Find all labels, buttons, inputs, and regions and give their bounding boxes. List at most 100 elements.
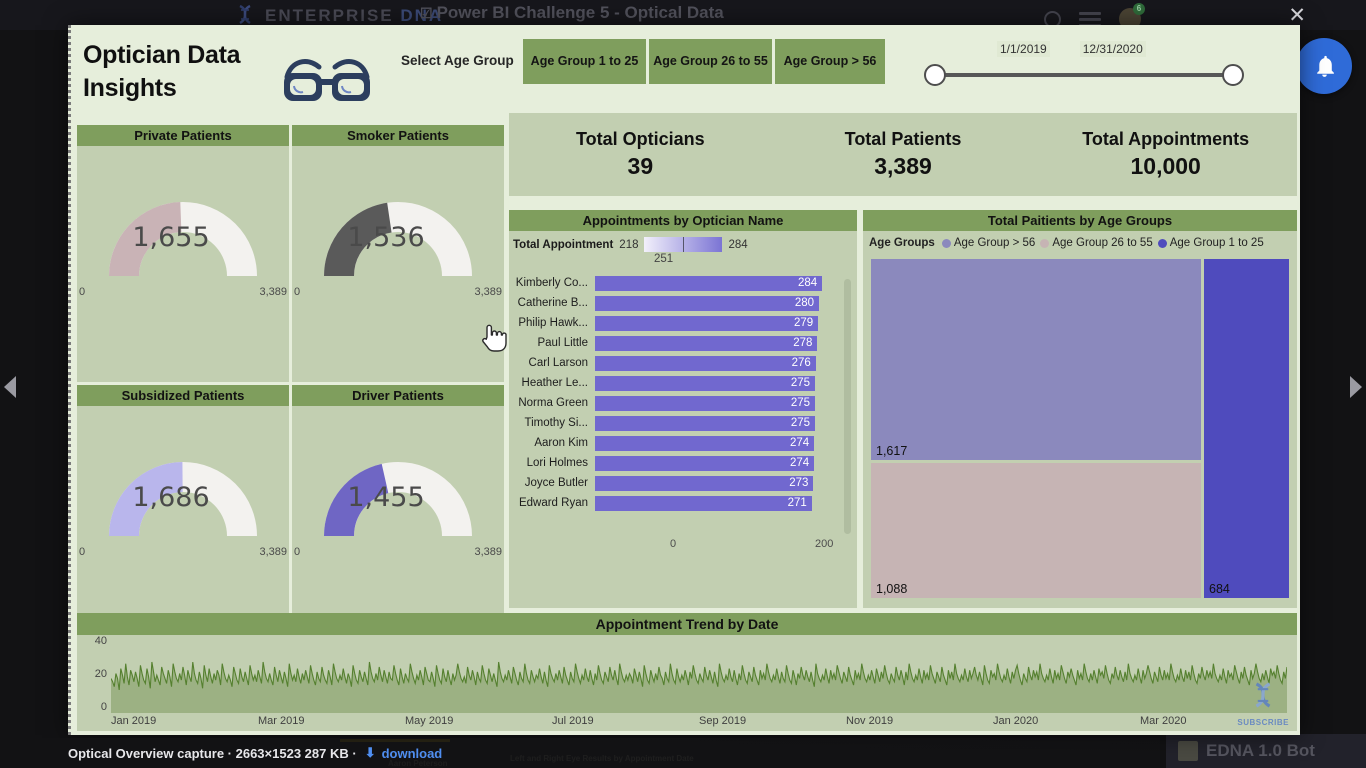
age-group-button-over-56[interactable]: Age Group > 56 bbox=[775, 39, 885, 84]
kpi-label: Total Appointments bbox=[1082, 129, 1250, 149]
report-canvas: Optician Data Insights Select Age Group … bbox=[68, 25, 1300, 735]
legend-gradient bbox=[644, 237, 723, 252]
trend-chart-title: Appointment Trend by Date bbox=[77, 613, 1297, 635]
bar-chart-body: Total Appointment 218 284 251 Kimberly C… bbox=[509, 231, 857, 608]
bar-row[interactable]: Joyce Butler 273 bbox=[509, 473, 857, 493]
gauge-max-label: 3,389 bbox=[259, 286, 287, 298]
legend-item-over-56[interactable]: Age Group > 56 bbox=[941, 237, 1036, 249]
bar-category-label: Heather Le... bbox=[521, 377, 588, 389]
gauge-body: 1,655 0 3,389 bbox=[77, 146, 289, 382]
bar-track: 275 bbox=[595, 395, 835, 411]
bar-row[interactable]: Paul Little 278 bbox=[509, 333, 857, 353]
overlay-title-text: Power BI Challenge 5 - Optical Data bbox=[436, 3, 724, 22]
appointments-by-optician-panel: Appointments by Optician Name Total Appo… bbox=[509, 210, 857, 608]
gauge-value: 1,455 bbox=[347, 482, 425, 513]
date-slider-handle-end[interactable] bbox=[1222, 64, 1244, 86]
bar-row[interactable]: Carl Larson 276 bbox=[509, 353, 857, 373]
legend-mid-value: 251 bbox=[654, 253, 674, 265]
bell-icon bbox=[1316, 55, 1334, 77]
bar-track: 275 bbox=[595, 415, 835, 431]
kpi-value: 39 bbox=[627, 153, 654, 179]
brand-text: ENTERPRISE DNA bbox=[265, 6, 443, 26]
date-start-value[interactable]: 1/1/2019 bbox=[997, 41, 1050, 57]
bar-category-label: Kimberly Co... bbox=[515, 277, 588, 289]
bar-color-legend: Total Appointment 218 284 bbox=[513, 237, 748, 252]
x-tick: Jul 2019 bbox=[552, 715, 594, 727]
gauge-value: 1,686 bbox=[132, 482, 210, 513]
treemap-cell-26-to-55[interactable]: 1,088 bbox=[871, 462, 1201, 598]
legend-item-26-to-55[interactable]: Age Group 26 to 55 bbox=[1040, 237, 1153, 249]
legend-mid-tick bbox=[683, 237, 685, 252]
watermark-text: SUBSCRIBE bbox=[1237, 718, 1289, 727]
gauge-min-label: 0 bbox=[294, 546, 301, 558]
gauge-card-driver-patients[interactable]: Driver Patients 1,455 0 3,389 bbox=[292, 385, 504, 642]
legend-item-1-to-25[interactable]: Age Group 1 to 25 bbox=[1157, 237, 1264, 249]
notification-bell-button[interactable] bbox=[1296, 38, 1352, 94]
brand-enterprise: ENTERPRISE bbox=[265, 6, 394, 25]
x-tick: Mar 2020 bbox=[1140, 715, 1187, 727]
gauge-min-label: 0 bbox=[79, 546, 86, 558]
y-tick: 0 bbox=[100, 701, 107, 713]
bar-track: 273 bbox=[595, 475, 835, 491]
trend-line-svg bbox=[111, 639, 1287, 713]
treemap: 1,617 1,088 684 bbox=[871, 259, 1289, 598]
gauge-card-subsidized-patients[interactable]: Subsidized Patients 1,686 0 3,389 bbox=[77, 385, 289, 642]
bar-category-label: Philip Hawk... bbox=[518, 317, 588, 329]
bar-row[interactable]: Aaron Kim 274 bbox=[509, 433, 857, 453]
chat-widget[interactable]: EDNA 1.0 Bot bbox=[1166, 734, 1366, 768]
gauge-body: 1,455 0 3,389 bbox=[292, 406, 504, 642]
bar-fill: 280 bbox=[595, 295, 819, 311]
bar-row[interactable]: Timothy Si... 275 bbox=[509, 413, 857, 433]
report-header: Optician Data Insights Select Age Group … bbox=[71, 25, 1300, 115]
chat-avatar bbox=[1178, 741, 1198, 761]
bar-row[interactable]: Heather Le... 275 bbox=[509, 373, 857, 393]
prev-image-arrow[interactable] bbox=[4, 376, 16, 398]
bar-value-label: 276 bbox=[791, 357, 811, 369]
gauge-card-private-patients[interactable]: Private Patients 1,655 0 3,389 bbox=[77, 125, 289, 382]
legend-label: Age Group > 56 bbox=[953, 237, 1036, 249]
next-image-arrow[interactable] bbox=[1350, 376, 1362, 398]
bar-value-label: 275 bbox=[790, 397, 810, 409]
gauge-body: 1,686 0 3,389 bbox=[77, 406, 289, 642]
gauges-block: Private Patients 1,655 0 3,389 Smoker Pa… bbox=[77, 125, 505, 642]
bar-track: 274 bbox=[595, 435, 835, 451]
y-tick: 20 bbox=[94, 668, 107, 680]
bar-row[interactable]: Kimberly Co... 284 bbox=[509, 273, 857, 293]
bar-row[interactable]: Norma Green 275 bbox=[509, 393, 857, 413]
bar-fill: 274 bbox=[595, 455, 815, 471]
bar-row[interactable]: Catherine B... 280 bbox=[509, 293, 857, 313]
close-icon[interactable]: ✕ bbox=[1288, 5, 1306, 26]
bar-value-label: 274 bbox=[790, 457, 810, 469]
legend-label: Age Group 26 to 55 bbox=[1052, 237, 1153, 249]
treemap-cell-over-56[interactable]: 1,617 bbox=[871, 259, 1201, 460]
legend-title: Age Groups bbox=[869, 237, 935, 249]
gauge-min-label: 0 bbox=[294, 286, 301, 298]
date-slider-track[interactable] bbox=[924, 64, 1244, 86]
x-tick: 0 bbox=[670, 538, 677, 550]
bar-track: 275 bbox=[595, 375, 835, 391]
bar-row[interactable]: Philip Hawk... 279 bbox=[509, 313, 857, 333]
mouse-cursor-pointing-hand bbox=[482, 324, 507, 352]
bar-category-label: Norma Green bbox=[518, 397, 588, 409]
bar-value-label: 275 bbox=[790, 417, 810, 429]
bar-chart-scrollbar[interactable] bbox=[844, 279, 851, 534]
age-group-button-26-to-55[interactable]: Age Group 26 to 55 bbox=[649, 39, 772, 84]
treemap-cell-1-to-25[interactable]: 684 bbox=[1204, 259, 1289, 598]
date-end-value[interactable]: 12/31/2020 bbox=[1079, 41, 1146, 57]
bar-track: 271 bbox=[595, 495, 835, 511]
bar-fill: 275 bbox=[595, 395, 815, 411]
bar-track: 274 bbox=[595, 455, 835, 471]
x-tick: Sep 2019 bbox=[699, 715, 747, 727]
page-title: Optician Data Insights bbox=[83, 41, 241, 102]
gauge-card-smoker-patients[interactable]: Smoker Patients 1,536 0 3,389 bbox=[292, 125, 504, 382]
gauge-private-patients bbox=[89, 160, 277, 280]
bar-row[interactable]: Lori Holmes 274 bbox=[509, 453, 857, 473]
kpi-band: Total Opticians 39 Total Patients 3,389 … bbox=[509, 113, 1297, 196]
age-group-button-1-to-25[interactable]: Age Group 1 to 25 bbox=[523, 39, 646, 84]
legend-min-value: 218 bbox=[619, 238, 639, 251]
x-tick: Mar 2019 bbox=[258, 715, 305, 727]
download-icon[interactable]: ⬇ bbox=[365, 745, 376, 761]
bar-row[interactable]: Edward Ryan 271 bbox=[509, 493, 857, 513]
date-slider-handle-start[interactable] bbox=[924, 64, 946, 86]
download-link[interactable]: download bbox=[382, 746, 443, 761]
